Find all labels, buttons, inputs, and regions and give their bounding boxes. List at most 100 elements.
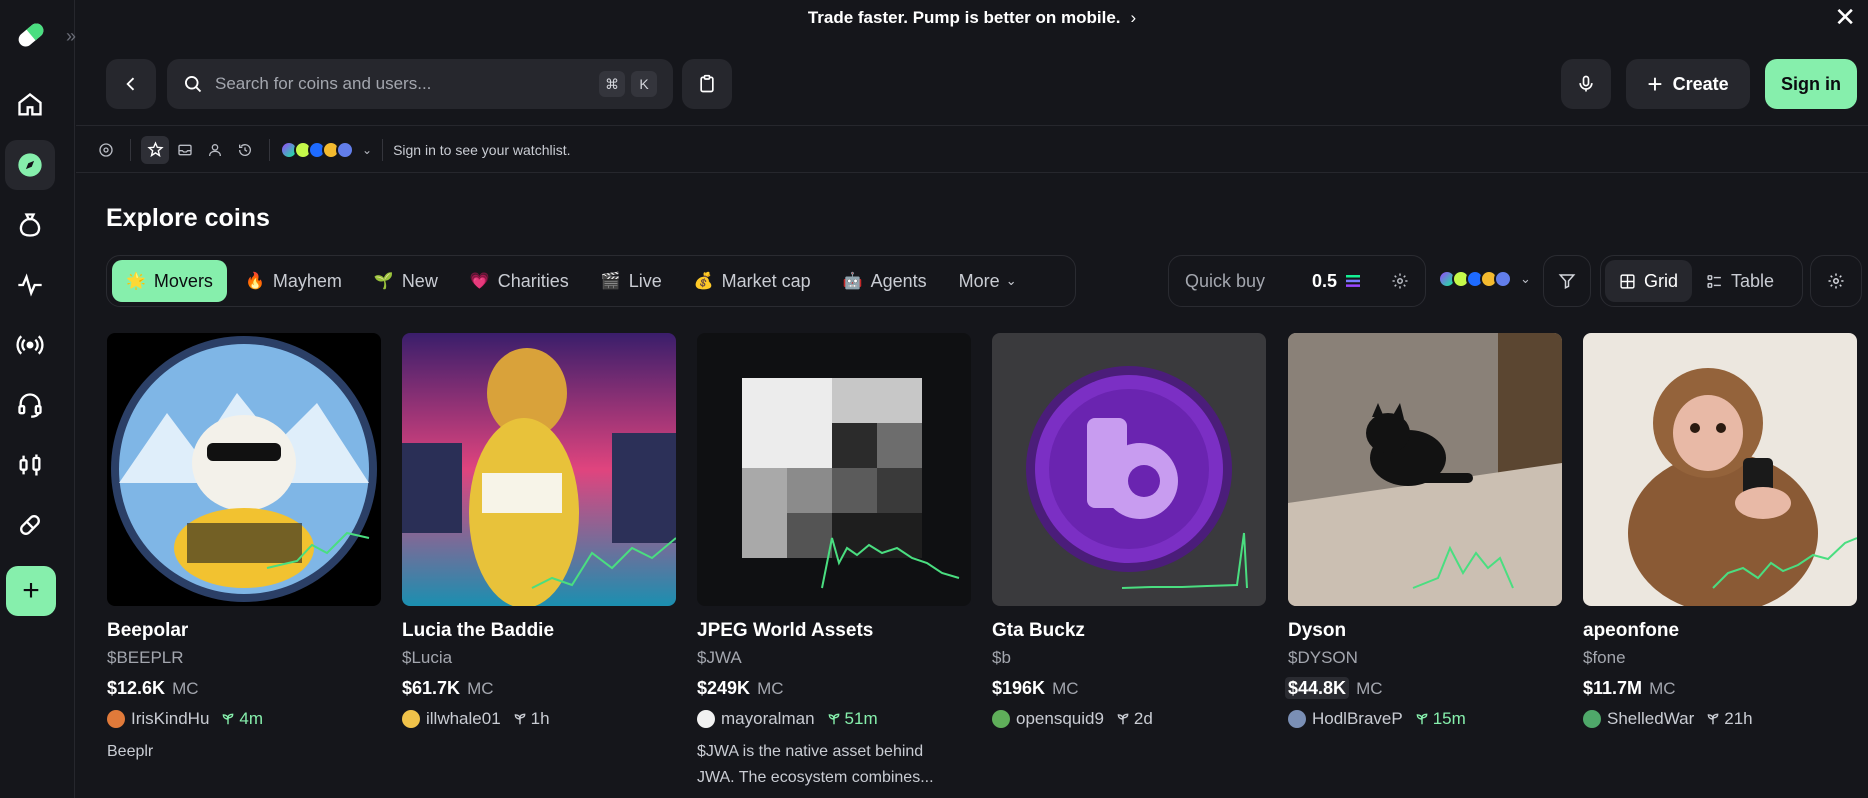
creator-row: IrisKindHu 4m [107,709,381,729]
coin-name: Dyson [1288,620,1347,641]
display-settings-button[interactable] [1810,255,1862,307]
creator-name[interactable]: HodlBraveP [1312,709,1403,729]
tab-new[interactable]: 🌱 New [360,260,452,302]
gear-icon[interactable] [1391,272,1409,290]
view-grid-button[interactable]: Grid [1605,260,1693,302]
coin-card[interactable]: apeonfone $fone $11.7M MC ShelledWar 21h [1583,333,1857,739]
settings-ring-icon[interactable] [92,136,120,164]
tab-movers[interactable]: 🌟 Movers [112,260,227,302]
sidebar-item-explore[interactable] [5,140,55,190]
coin-image[interactable] [107,333,381,606]
search-input[interactable] [215,74,595,94]
sidebar-item-home[interactable] [5,80,55,130]
create-coin-button[interactable]: + [6,566,56,616]
mail-icon[interactable] [171,136,199,164]
pump-logo-icon[interactable] [14,18,48,52]
ethereum-icon [336,140,354,159]
sidebar-item-pill[interactable] [5,500,55,550]
creator-name[interactable]: IrisKindHu [131,709,209,729]
sidebar-item-terminal[interactable] [5,440,55,490]
tab-more[interactable]: More ⌄ [945,260,1031,302]
sign-in-button[interactable]: Sign in [1765,59,1857,109]
market-cap-value: $61.7K [402,678,461,698]
quick-buy-amount[interactable]: 0.5 [1312,271,1337,292]
star-emoji-icon: 🌟 [126,273,146,290]
watchlist-bar: ⌄ Sign in to see your watchlist. [76,127,1868,173]
star-icon[interactable] [141,135,169,164]
coin-image[interactable] [992,333,1266,606]
sidebar-item-support[interactable] [5,380,55,430]
coin-card[interactable]: JPEG World Assets $JWA $249K MC mayoralm… [697,333,971,791]
search-bar[interactable]: ⌘ K [167,59,673,109]
coin-ticker: $BEEPLR [107,648,184,667]
user-icon[interactable] [201,136,229,164]
coin-card[interactable]: Lucia the Baddie $Lucia $61.7K MC illwha… [402,333,676,739]
market-cap-value: $12.6K [107,678,166,698]
tab-label: Movers [153,270,213,291]
view-table-button[interactable]: Table [1692,260,1788,302]
coin-ticker: $JWA [697,648,742,667]
coin-image[interactable] [1288,333,1562,606]
headset-icon [18,393,42,418]
shortcut-k-key: K [631,71,657,97]
filter-button[interactable] [1543,255,1591,307]
coin-image[interactable] [1583,333,1857,606]
coin-name: JPEG World Assets [697,620,874,641]
close-icon[interactable]: ✕ [1834,4,1856,30]
tab-label: New [401,270,438,291]
market-cap-value: $196K [992,678,1046,698]
creator-name[interactable]: mayoralman [721,709,815,729]
history-icon[interactable] [231,136,259,164]
tab-charities[interactable]: 💗 Charities [456,260,583,302]
plus-icon: + [1647,69,1663,99]
back-button[interactable] [106,59,156,109]
market-cap-value: $44.8K [1285,677,1350,699]
coin-image[interactable] [697,333,971,606]
tab-mayhem[interactable]: 🔥 Mayhem [231,260,356,302]
sprout-icon [1416,713,1428,725]
coin-ticker: $b [992,648,1011,667]
divider [382,138,384,161]
tab-live[interactable]: 🎬 Live [587,260,676,302]
chevron-down-icon: ⌄ [1520,271,1531,286]
paste-button[interactable] [682,59,732,109]
creator-row: mayoralman 51m [697,709,971,729]
coin-age: 2d [1116,709,1153,729]
robot-emoji-icon: 🤖 [842,273,863,290]
creator-name[interactable]: illwhale01 [426,709,501,729]
create-button[interactable]: + Create [1626,59,1750,109]
sidebar-item-activity[interactable] [5,260,55,310]
coin-card[interactable]: Beepolar $BEEPLR $12.6K MC IrisKindHu 4m… [107,333,381,765]
clapper-emoji-icon: 🎬 [600,273,621,290]
microphone-icon [1579,75,1593,92]
tab-label: Live [628,270,662,291]
tab-market-cap[interactable]: 💰 Market cap [680,260,825,302]
chain-selector[interactable]: ⌄ [280,140,372,159]
creator-name[interactable]: opensquid9 [1016,709,1104,729]
voice-button[interactable] [1561,59,1611,109]
sidebar-item-live[interactable] [5,320,55,370]
coin-image[interactable] [402,333,676,606]
creator-name[interactable]: ShelledWar [1607,709,1694,729]
sprout-icon [1117,713,1129,725]
coin-card[interactable]: Gta Buckz $b $196K MC opensquid9 2d [992,333,1266,739]
market-cap-value: $249K [697,678,751,698]
market-cap-label: MC [757,679,784,698]
coin-card[interactable]: Dyson $DYSON $44.8K MC HodlBraveP 15m [1285,333,1562,739]
market-cap-label: MC [1052,679,1079,698]
coin-description: $JWA is the native asset behind JWA. The… [697,743,934,786]
tab-agents[interactable]: 🤖 Agents [829,260,941,302]
sidebar-expand-icon[interactable]: » [66,26,76,47]
heart-emoji-icon: 💗 [469,273,490,290]
candlestick-icon [19,454,41,476]
market-cap: $44.8K MC [1285,677,1562,699]
quick-buy-field[interactable]: Quick buy 0.5 [1168,255,1426,307]
quick-buy-label: Quick buy [1185,270,1266,291]
pill-icon [20,515,40,535]
coin-name: Lucia the Baddie [402,620,555,641]
chain-filter[interactable]: ⌄ [1438,270,1531,288]
mobile-banner[interactable]: Trade faster. Pump is better on mobile. … [76,0,1868,36]
coin-age: 21h [1706,709,1753,729]
sidebar-item-bag[interactable] [5,200,55,250]
compass-icon [18,153,42,177]
